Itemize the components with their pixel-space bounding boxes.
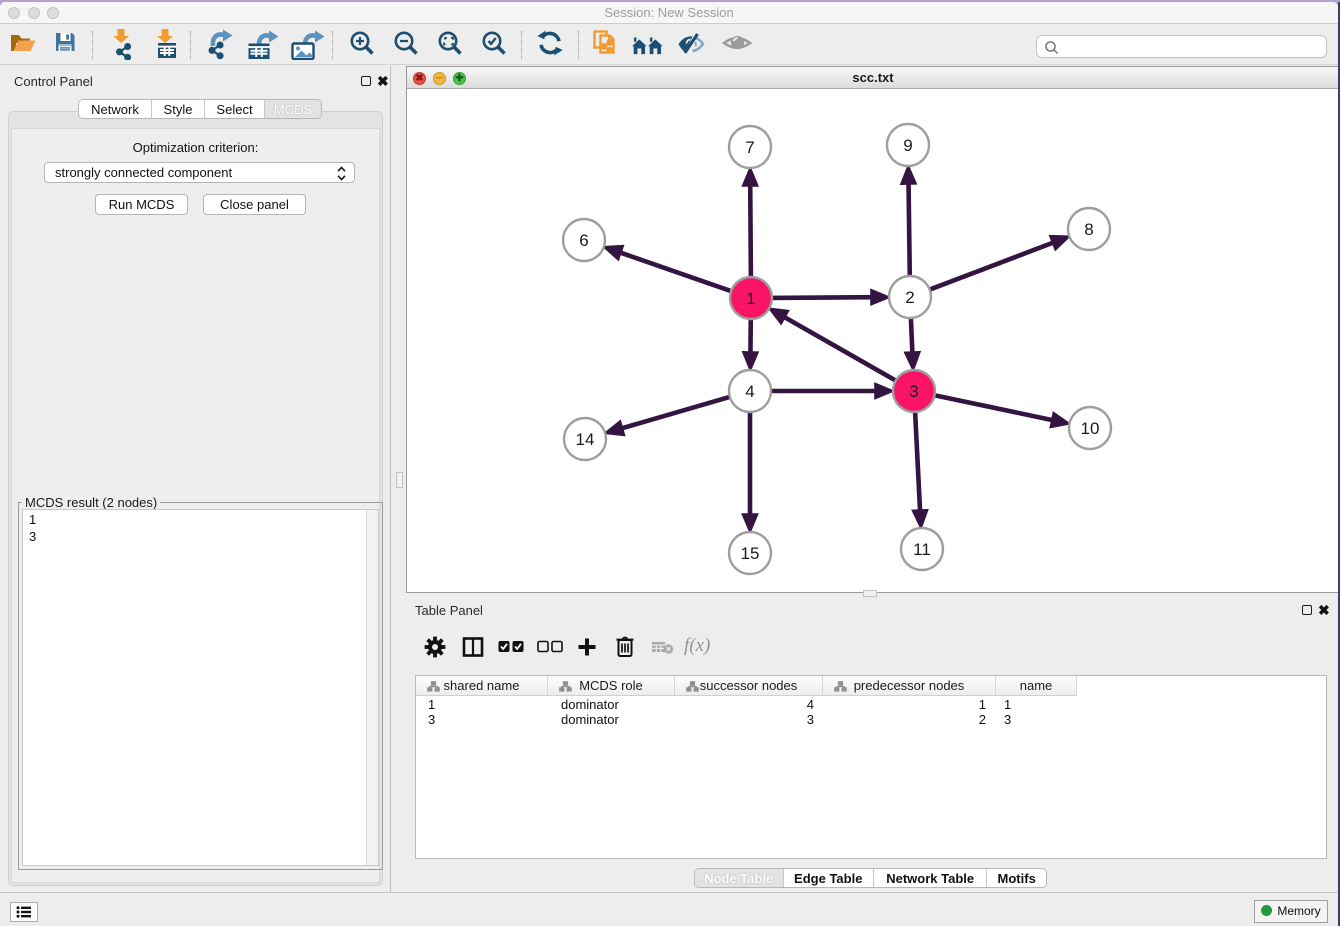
- svg-text:9: 9: [903, 136, 912, 155]
- svg-text:3: 3: [909, 382, 918, 401]
- svg-text:11: 11: [913, 540, 931, 559]
- svg-text:4: 4: [745, 382, 754, 401]
- svg-text:7: 7: [745, 138, 754, 157]
- svg-text:8: 8: [1084, 220, 1093, 239]
- svg-text:1: 1: [746, 289, 755, 308]
- svg-text:14: 14: [576, 430, 595, 449]
- svg-text:15: 15: [741, 544, 760, 563]
- svg-text:6: 6: [579, 231, 588, 250]
- svg-text:2: 2: [905, 288, 914, 307]
- svg-text:10: 10: [1081, 419, 1100, 438]
